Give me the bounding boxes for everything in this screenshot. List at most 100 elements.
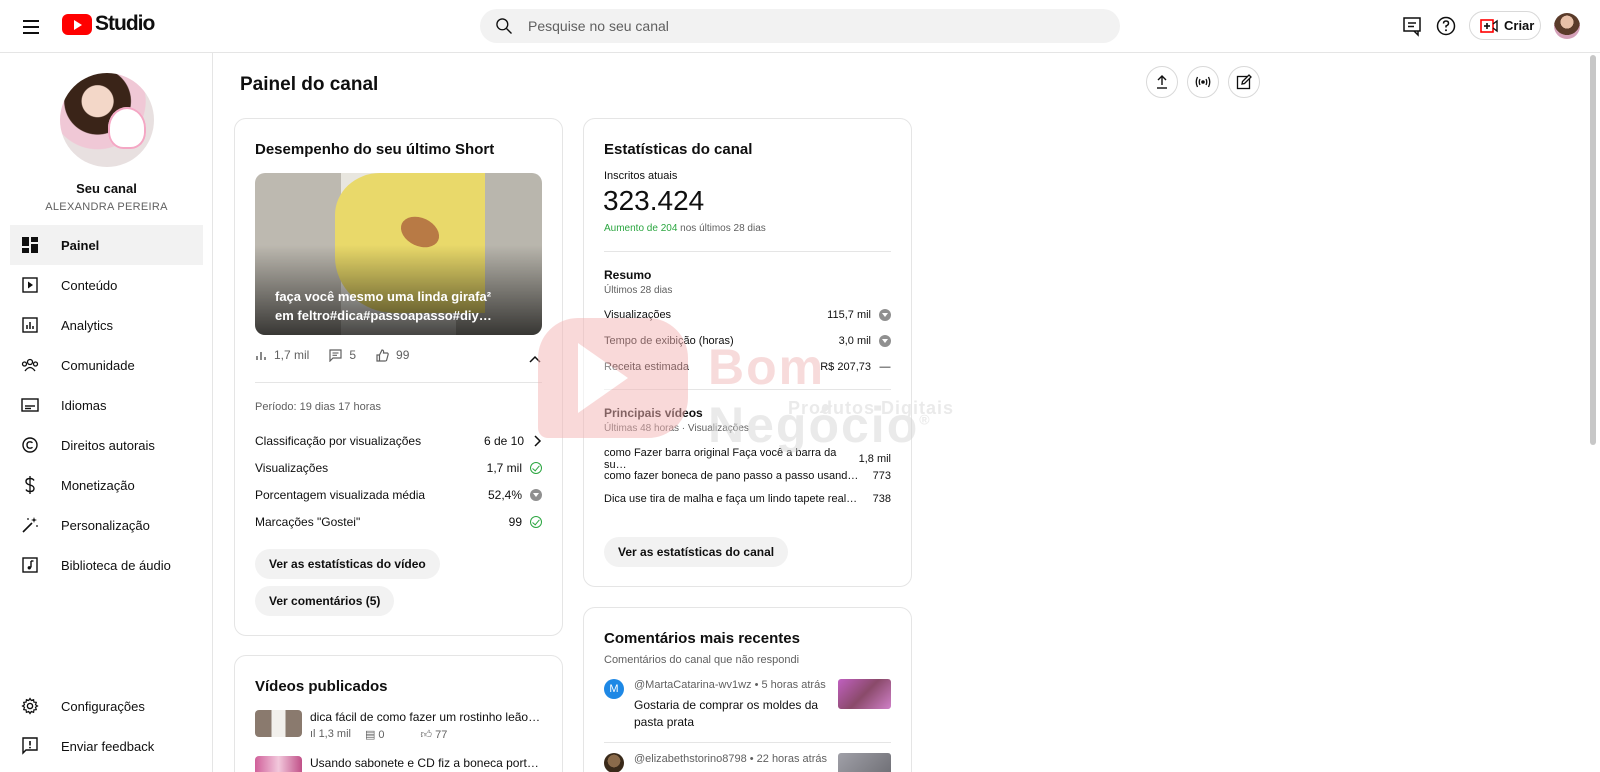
commenter-avatar[interactable]: M [604, 679, 624, 699]
sidebar-item-label: Comunidade [61, 357, 135, 373]
go-live-button[interactable] [1187, 66, 1219, 98]
comment-video-thumbnail[interactable] [838, 679, 891, 709]
card-title: Comentários mais recentes [604, 630, 800, 647]
sidebar-item-direitos-autorais[interactable]: Direitos autorais [10, 425, 203, 465]
view-comments-button[interactable]: Ver comentários (5) [255, 586, 395, 616]
subscribers-label: Inscritos atuais [604, 170, 678, 182]
gear-icon [21, 697, 39, 715]
video-row[interactable]: Usando sabonete e CD fiz a boneca porta … [255, 756, 545, 772]
divider [604, 389, 891, 390]
sidebar: Seu canal ALEXANDRA PEREIRA Painel Conte… [0, 53, 213, 772]
search-bar[interactable] [480, 9, 1120, 43]
sidebar-bottom-nav: Configurações Enviar feedback [10, 686, 203, 766]
thumbs-up-icon: 👍︎ [420, 729, 436, 741]
video-likes: 77 [435, 729, 448, 741]
sidebar-item-enviar-feedback[interactable]: Enviar feedback [10, 726, 203, 766]
video-thumbnail [255, 756, 302, 772]
account-avatar[interactable] [1554, 13, 1580, 39]
comment-feedback-icon[interactable] [1400, 14, 1424, 38]
summary-row: Receita estimada R$ 207,73 — [604, 361, 891, 373]
short-stat-row: Visualizações 1,7 mil [255, 461, 542, 475]
your-channel-label: Seu canal [76, 181, 137, 196]
growth-value: Aumento de 204 [604, 223, 678, 234]
comment-time: • 22 horas atrás [746, 753, 827, 765]
comment-item[interactable]: @elizabethstorino8798 • 22 horas atrás [604, 753, 834, 772]
studio-logo[interactable]: Studio [62, 12, 155, 36]
create-button[interactable]: Criar [1469, 11, 1541, 40]
top-video-row[interactable]: Dica use tira de malha e faça um lindo t… [604, 493, 891, 505]
sidebar-item-comunidade[interactable]: Comunidade [10, 345, 203, 385]
comment-author[interactable]: @elizabethstorino8798 [634, 753, 747, 765]
video-stats-button[interactable]: Ver as estatísticas do vídeo [255, 549, 440, 579]
comment-author[interactable]: @MartaCatarina-wv1wz [634, 679, 752, 691]
search-input[interactable] [528, 18, 1088, 34]
search-icon[interactable] [494, 16, 514, 36]
sidebar-item-analytics[interactable]: Analytics [10, 305, 203, 345]
create-label: Criar [1504, 18, 1535, 33]
row-label: Marcações "Gostei" [255, 515, 361, 529]
channel-stats-button[interactable]: Ver as estatísticas do canal [604, 537, 789, 567]
sidebar-item-configuracoes[interactable]: Configurações [10, 686, 203, 726]
down-arrow-circle-icon [530, 489, 542, 501]
down-arrow-circle-icon [879, 335, 891, 347]
top-video-row[interactable]: como fazer boneca de pano passo a passo … [604, 470, 891, 482]
card-title: Estatísticas do canal [604, 141, 753, 158]
short-comments: 5 [349, 348, 357, 362]
create-post-button[interactable] [1228, 66, 1260, 98]
chevron-up-icon[interactable] [529, 355, 541, 363]
comment-video-thumbnail[interactable] [838, 753, 891, 772]
video-stats: ıl 1,3 mil ▤ 0 👍︎ 77 [310, 728, 545, 741]
header-actions [1146, 66, 1260, 98]
video-row[interactable]: dica fácil de como fazer um rostinho leã… [255, 710, 545, 741]
row-value: 52,4% [487, 488, 522, 502]
sidebar-item-biblioteca-de-audio[interactable]: Biblioteca de áudio [10, 545, 203, 585]
short-caption: faça você mesmo uma linda girafa² em fel… [275, 289, 492, 323]
sidebar-item-label: Configurações [61, 698, 145, 714]
top-video-row[interactable]: como Fazer barra original Faça você a ba… [604, 447, 891, 471]
short-likes: 99 [396, 348, 410, 362]
sidebar-item-personalizacao[interactable]: Personalização [10, 505, 203, 545]
sidebar-item-label: Conteúdo [61, 277, 118, 293]
sidebar-item-conteudo[interactable]: Conteúdo [10, 265, 203, 305]
subtitles-icon [21, 396, 39, 414]
commenter-avatar[interactable] [604, 753, 624, 772]
page-scrollbar[interactable] [1590, 55, 1596, 445]
channel-avatar[interactable] [60, 73, 154, 167]
comment-text: Gostaria de comprar os moldes da pasta p… [634, 698, 819, 729]
top-video-title: como Fazer barra original Faça você a ba… [604, 447, 837, 471]
card-title: Desempenho do seu último Short [255, 141, 495, 158]
row-value: R$ 207,73 [820, 361, 871, 373]
help-icon[interactable] [1434, 14, 1458, 38]
sidebar-item-label: Analytics [61, 317, 114, 333]
video-views: 1,3 mil [318, 728, 351, 740]
video-thumbnail [255, 710, 302, 737]
published-videos-card: Vídeos publicados dica fácil de como faz… [234, 655, 563, 772]
channel-name: ALEXANDRA PEREIRA [45, 201, 168, 213]
logo-text: Studio [95, 12, 155, 35]
sidebar-item-label: Idiomas [61, 397, 107, 413]
video-title: dica fácil de como fazer um rostinho leã… [310, 710, 545, 724]
short-stat-row: Marcações "Gostei" 99 [255, 515, 542, 529]
upload-button[interactable] [1146, 66, 1178, 98]
check-circle-icon [530, 462, 542, 474]
sidebar-item-painel[interactable]: Painel [10, 225, 203, 265]
summary-subtitle: Últimos 28 dias [604, 285, 673, 296]
top-videos-subtitle: Últimas 48 horas · Visualizações [604, 423, 749, 434]
sidebar-item-monetizacao[interactable]: Monetização [10, 465, 203, 505]
short-stat-row[interactable]: Classificação por visualizações 6 de 10 [255, 434, 542, 448]
short-views: 1,7 mil [274, 348, 310, 362]
sidebar-item-idiomas[interactable]: Idiomas [10, 385, 203, 425]
subscribers-count: 323.424 [603, 185, 705, 216]
short-stat-row: Porcentagem visualizada média 52,4% [255, 488, 542, 502]
menu-icon[interactable] [17, 13, 45, 41]
dash-icon: — [879, 361, 891, 373]
short-thumbnail[interactable]: faça você mesmo uma linda girafa² em fel… [255, 173, 542, 335]
sidebar-item-label: Enviar feedback [61, 738, 155, 754]
comment-item[interactable]: M @MartaCatarina-wv1wz • 5 horas atrás G… [604, 679, 834, 731]
top-videos-title: Principais vídeos [604, 406, 703, 420]
subscribers-growth: Aumento de 204 nos últimos 28 dias [604, 223, 766, 234]
content-icon [21, 276, 39, 294]
dollar-icon [21, 476, 39, 494]
summary-title: Resumo [604, 268, 652, 282]
growth-period: nos últimos 28 dias [677, 223, 766, 234]
